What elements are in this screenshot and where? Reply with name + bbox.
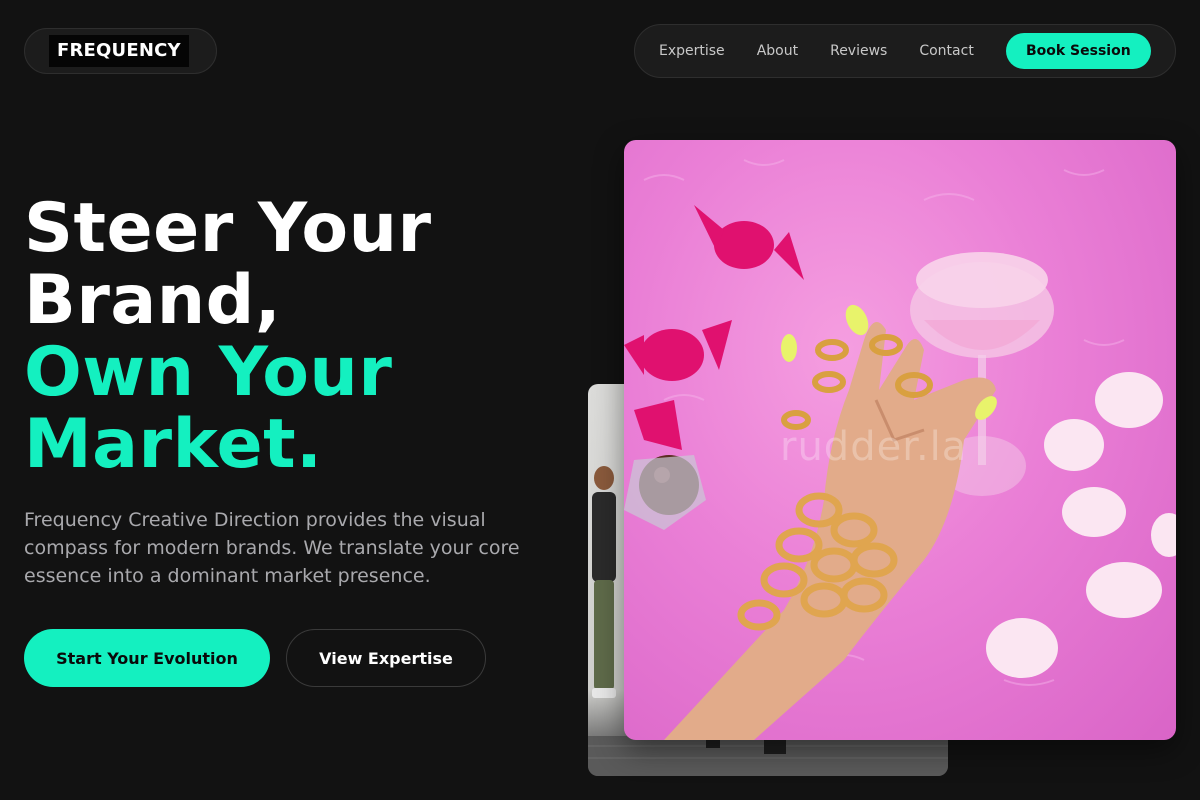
view-expertise-button[interactable]: View Expertise xyxy=(286,629,486,687)
start-evolution-button[interactable]: Start Your Evolution xyxy=(24,629,270,687)
logo[interactable]: FREQUENCY xyxy=(49,35,189,67)
nav-link-expertise[interactable]: Expertise xyxy=(659,43,725,59)
hero-title-accent-line-2: Market. xyxy=(24,405,323,484)
hero-title: Steer Your Brand, Own Your Market. xyxy=(24,193,432,481)
main-nav: Expertise About Reviews Contact Book Ses… xyxy=(634,24,1176,78)
hero-title-line-2: Brand, xyxy=(24,261,282,340)
nav-link-about[interactable]: About xyxy=(757,43,798,59)
hero-title-accent-line-1: Own Your xyxy=(24,333,393,412)
nav-link-contact[interactable]: Contact xyxy=(919,43,973,59)
book-session-button[interactable]: Book Session xyxy=(1005,33,1151,69)
hero-title-line-1: Steer Your xyxy=(24,189,432,268)
watermark-text: rudder.la xyxy=(780,424,968,470)
hero-description: Frequency Creative Direction provides th… xyxy=(24,509,520,587)
logo-container[interactable]: FREQUENCY xyxy=(24,28,217,74)
nav-link-reviews[interactable]: Reviews xyxy=(830,43,887,59)
